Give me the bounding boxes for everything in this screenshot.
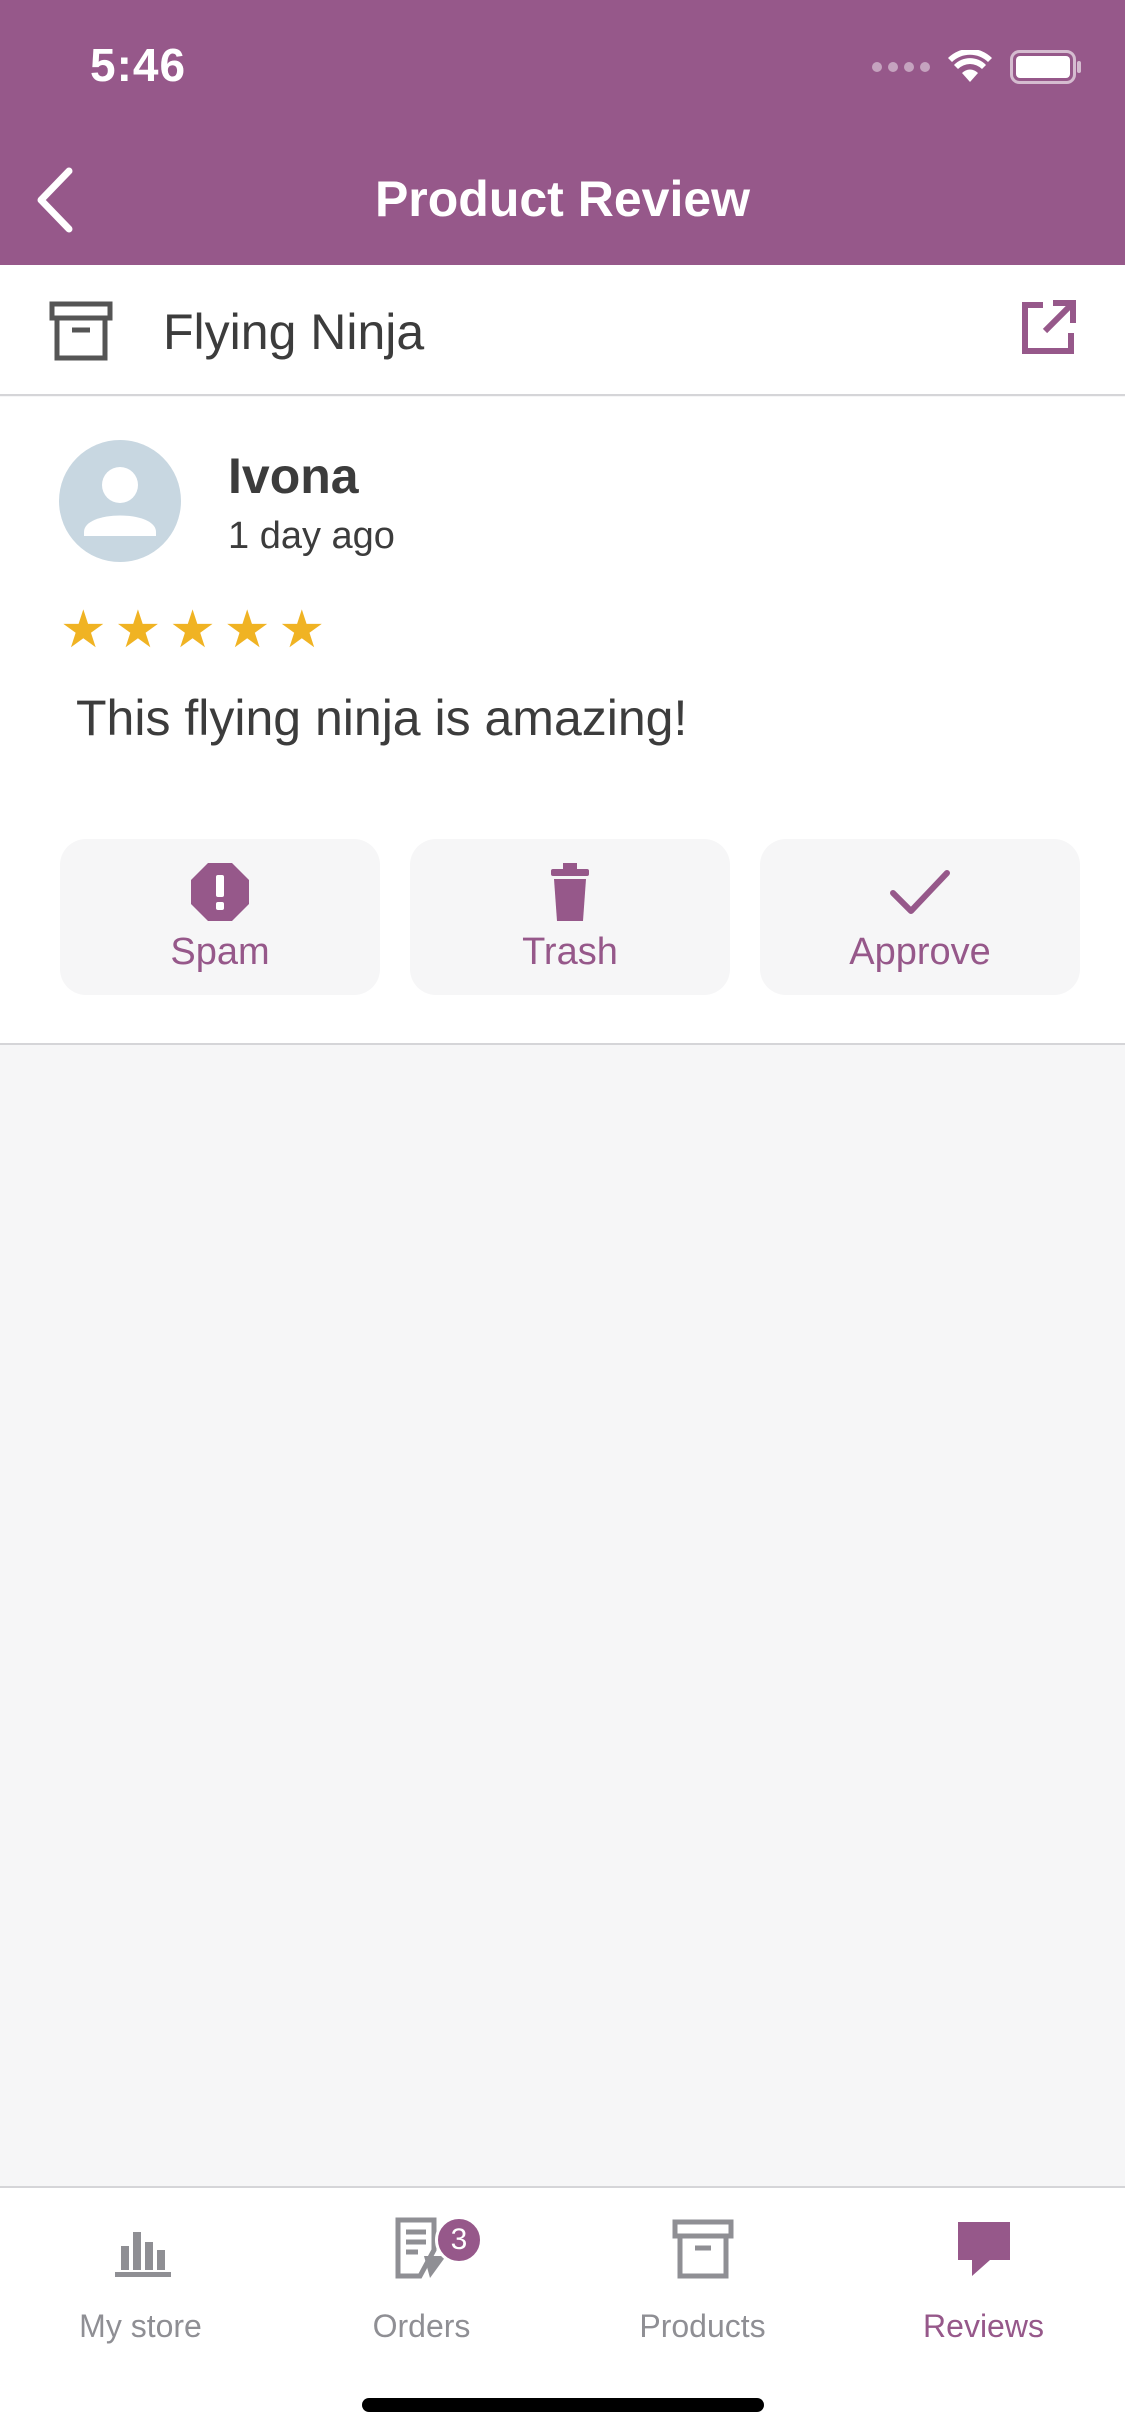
- home-indicator[interactable]: [362, 2398, 764, 2412]
- orders-badge: 3: [435, 2216, 483, 2264]
- star-icon: ★: [223, 601, 271, 659]
- chart-bar-icon: [114, 2232, 171, 2277]
- status-icons: [872, 50, 1082, 84]
- avatar: [59, 440, 181, 562]
- star-icon: ★: [114, 601, 162, 659]
- user-icon: [84, 467, 156, 536]
- star-icon: ★: [169, 601, 216, 659]
- review-actions: Spam Trash Approve: [60, 839, 1080, 995]
- tab-label: Products: [639, 2308, 766, 2344]
- tab-my-store[interactable]: My store: [0, 2216, 281, 2345]
- header: 5:46 Product Review: [0, 0, 1125, 265]
- review-card: Ivona 1 day ago ★ ★ ★ ★ ★ This flying ninja …: [0, 397, 1125, 1045]
- trash-icon: [551, 862, 589, 921]
- star-rating: ★ ★ ★ ★ ★: [60, 604, 325, 656]
- approve-button[interactable]: Approve: [760, 839, 1080, 995]
- product-row[interactable]: Flying Ninja: [0, 265, 1125, 396]
- spam-label: Spam: [170, 930, 270, 973]
- review-time: 1 day ago: [228, 515, 395, 557]
- checkmark-icon: [890, 869, 950, 914]
- tab-label: Reviews: [923, 2308, 1044, 2344]
- external-link-icon[interactable]: [1017, 297, 1079, 359]
- approve-label: Approve: [849, 930, 991, 973]
- archive-box-icon: [49, 301, 113, 361]
- trash-label: Trash: [522, 930, 618, 973]
- spam-icon: [191, 862, 249, 921]
- star-icon: ★: [60, 601, 107, 659]
- star-icon: ★: [278, 601, 326, 659]
- review-text: This flying ninja is amazing!: [76, 690, 688, 746]
- tab-products[interactable]: Products: [562, 2216, 843, 2345]
- reviewer-name: Ivona: [228, 448, 359, 504]
- tab-label: My store: [79, 2308, 202, 2344]
- tab-label: Orders: [372, 2308, 471, 2344]
- tab-reviews[interactable]: Reviews: [843, 2216, 1124, 2345]
- status-time: 5:46: [90, 39, 187, 91]
- cellular-signal-icon: [872, 62, 930, 72]
- battery-icon: [1010, 50, 1081, 84]
- screen: 5:46 Product Review Flying Ninja Ivona 1…: [0, 0, 1125, 2436]
- archive-box-icon: [672, 2219, 733, 2279]
- tab-orders[interactable]: 3 Orders: [281, 2216, 562, 2345]
- wifi-icon: [948, 50, 992, 82]
- comment-icon: [957, 2222, 1010, 2276]
- product-name: Flying Ninja: [163, 304, 425, 360]
- spam-button[interactable]: Spam: [60, 839, 380, 995]
- trash-button[interactable]: Trash: [410, 839, 730, 995]
- page-title: Product Review: [374, 171, 751, 227]
